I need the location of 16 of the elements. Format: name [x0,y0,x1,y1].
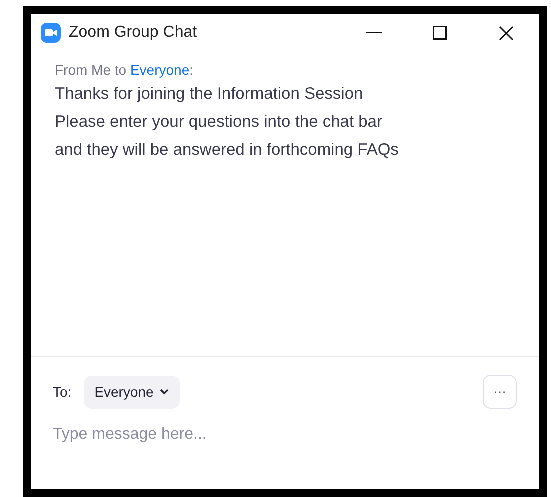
message-line: and they will be answered in forthcoming FAQs [55,140,400,161]
recipient-link[interactable]: Everyone [130,62,190,78]
message-input[interactable]: Type message here... [53,421,517,449]
video-camera-icon [41,23,61,43]
recipient-dropdown[interactable]: Everyone [84,376,180,408]
close-icon [498,26,514,40]
to-label: To: [53,382,72,402]
more-button[interactable]: ··· [483,375,517,409]
minimize-icon [366,32,382,34]
window-title: Zoom Group Chat [69,23,198,43]
sender-label: From Me to [55,62,128,78]
colon-text: : [190,62,194,78]
message-line: Thanks for joining the Information Session [55,84,364,105]
message-line: Please enter your questions into the chat bar [55,112,384,133]
maximize-icon [433,26,447,40]
chevron-down-icon [160,389,169,395]
